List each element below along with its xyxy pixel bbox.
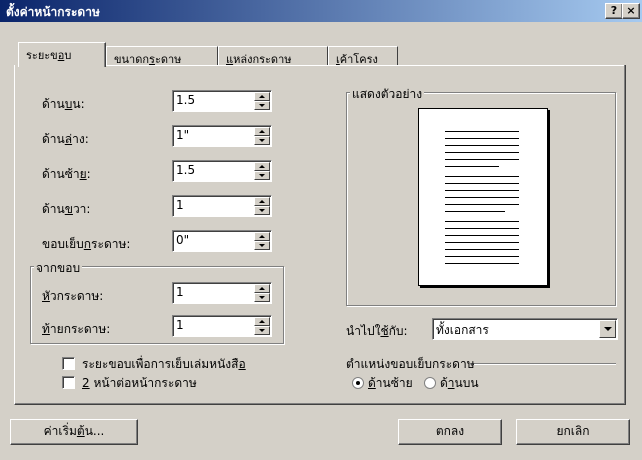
footer-distance-value: 1	[176, 318, 184, 332]
window-title: ตั้งค่าหน้ากระดาษ	[6, 5, 100, 19]
spin-down-icon[interactable]	[254, 206, 270, 215]
top-margin-spinner[interactable]: 1.5	[172, 90, 272, 112]
spin-up-icon[interactable]	[254, 317, 270, 326]
spin-up-icon[interactable]	[254, 197, 270, 206]
cancel-button[interactable]: ยกเลิก	[516, 419, 630, 445]
chevron-down-icon[interactable]	[599, 320, 616, 338]
bottom-margin-label: ด้านล่าง:	[42, 132, 89, 146]
preview-text-line	[445, 221, 519, 222]
top-margin-value: 1.5	[176, 93, 196, 107]
bottom-margin-value: 1"	[176, 128, 190, 142]
spin-up-icon[interactable]	[254, 232, 270, 241]
two-pages-checkbox[interactable]	[62, 376, 75, 389]
preview-text-line	[445, 197, 519, 198]
right-margin-value: 1	[176, 198, 184, 212]
tab-layout[interactable]: เค้าโครง	[328, 46, 398, 66]
gutter-top-radio[interactable]	[424, 377, 436, 389]
preview-text-line	[445, 145, 519, 146]
gutter-position-separator	[470, 363, 616, 365]
tab-margins[interactable]: ระยะขอบ	[18, 42, 106, 67]
mirror-margins-label: ระยะขอบเพื่อการเย็บเล่มหนังสือ	[82, 357, 246, 371]
apply-to-label: นำไปใช้กับ:	[346, 324, 408, 338]
tab-paper-source[interactable]: แหล่งกระดาษ	[218, 46, 328, 66]
spin-up-icon[interactable]	[254, 162, 270, 171]
mirror-margins-checkbox[interactable]	[62, 357, 75, 370]
preview-text-line	[445, 176, 519, 177]
preview-text-line	[445, 166, 499, 167]
spin-down-icon[interactable]	[254, 171, 270, 180]
preview-text-line	[445, 249, 519, 250]
preview-text-line	[445, 152, 519, 153]
spin-down-icon[interactable]	[254, 293, 270, 302]
spin-up-icon[interactable]	[254, 127, 270, 136]
preview-text-line	[445, 211, 505, 212]
gutter-left-radio[interactable]	[352, 377, 364, 389]
preview-text-line	[445, 159, 519, 160]
preview-text-line	[445, 263, 519, 264]
preview-text-line	[445, 131, 519, 132]
spin-down-icon[interactable]	[254, 101, 270, 110]
preview-text-line	[445, 138, 519, 139]
gutter-spinner[interactable]: 0"	[172, 230, 272, 252]
apply-to-value: ทั้งเอกสาร	[436, 323, 489, 337]
gutter-label: ขอบเย็บกระดาษ:	[42, 237, 131, 251]
spin-up-icon[interactable]	[254, 92, 270, 101]
header-distance-spinner[interactable]: 1	[172, 282, 272, 304]
preview-text-line	[445, 190, 519, 191]
page-preview	[418, 108, 548, 286]
ok-button[interactable]: ตกลง	[398, 419, 502, 445]
header-distance-label: หัวกระดาษ:	[42, 289, 104, 303]
footer-distance-spinner[interactable]: 1	[172, 315, 272, 337]
top-margin-label: ด้านบน:	[42, 97, 85, 111]
gutter-position-legend: ตำแหน่งขอบเย็บกระดาษ	[346, 357, 475, 371]
gutter-top-label: ด้านบน	[440, 376, 479, 390]
two-pages-label: 2 หน้าต่อหน้ากระดาษ	[82, 376, 197, 390]
spin-down-icon[interactable]	[254, 241, 270, 250]
footer-distance-label: ท้ายกระดาษ:	[42, 322, 111, 336]
preview-text-line	[445, 228, 519, 229]
right-margin-label: ด้านขวา:	[42, 202, 91, 216]
spin-down-icon[interactable]	[254, 326, 270, 335]
close-button[interactable]: ×	[622, 3, 640, 19]
spin-down-icon[interactable]	[254, 136, 270, 145]
preview-text-line	[445, 242, 519, 243]
preview-text-line	[445, 235, 519, 236]
right-margin-spinner[interactable]: 1	[172, 195, 272, 217]
spin-up-icon[interactable]	[254, 284, 270, 293]
help-button[interactable]: ?	[605, 3, 623, 19]
left-margin-label: ด้านซ้าย:	[42, 167, 91, 181]
gutter-left-label: ด้านซ้าย	[368, 376, 413, 390]
preview-text-line	[445, 256, 519, 257]
preview-legend: แสดงตัวอย่าง	[350, 85, 425, 104]
bottom-margin-spinner[interactable]: 1"	[172, 125, 272, 147]
tab-paper-size[interactable]: ขนาดกระดาษ	[106, 46, 218, 66]
left-margin-spinner[interactable]: 1.5	[172, 160, 272, 182]
preview-text-line	[445, 204, 519, 205]
header-distance-value: 1	[176, 285, 184, 299]
preview-text-line	[445, 183, 519, 184]
from-edge-legend: จากขอบ	[34, 259, 83, 278]
apply-to-select[interactable]: ทั้งเอกสาร	[432, 318, 618, 340]
gutter-value: 0"	[176, 233, 190, 247]
left-margin-value: 1.5	[176, 163, 196, 177]
default-button[interactable]: ค่าเริ่มต้น...	[10, 419, 138, 445]
